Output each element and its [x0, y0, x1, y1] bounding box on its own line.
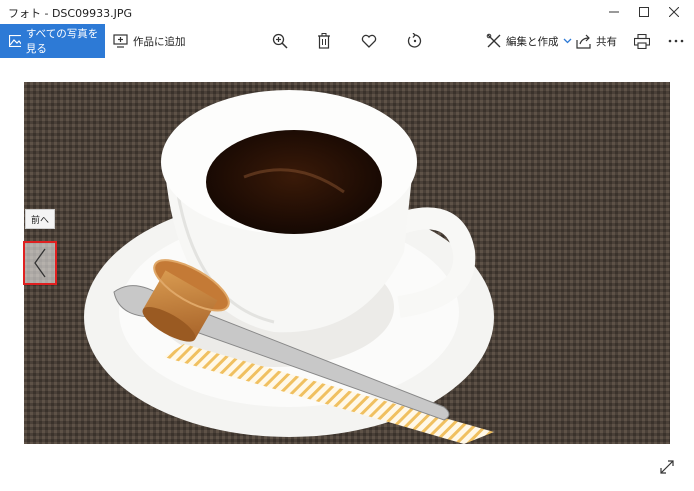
toolbar: すべての写真を見る 作品に追加 編集と作成 共有: [0, 24, 694, 60]
photos-icon: [9, 35, 21, 47]
print-icon: [634, 33, 650, 49]
chevron-left-icon: [34, 248, 46, 278]
delete-icon: [318, 33, 330, 49]
all-photos-button[interactable]: すべての写真を見る: [0, 24, 105, 58]
more-button[interactable]: [661, 24, 691, 58]
close-icon: [669, 7, 679, 17]
share-button[interactable]: 共有: [576, 24, 617, 58]
share-icon: [576, 34, 591, 49]
all-photos-label: すべての写真を見る: [25, 28, 99, 55]
close-button[interactable]: [654, 0, 694, 24]
add-to-creation-icon: [113, 34, 128, 48]
rotate-icon: [407, 33, 422, 48]
rotate-button[interactable]: [400, 24, 430, 58]
edit-create-label: 編集と作成: [506, 35, 559, 48]
photo-viewer: 前へ: [0, 60, 694, 491]
previous-button[interactable]: [23, 241, 57, 285]
fullscreen-button[interactable]: [655, 455, 679, 479]
add-to-creation-label: 作品に追加: [133, 35, 186, 48]
chevron-down-icon: [563, 38, 571, 44]
favorite-button[interactable]: [354, 24, 384, 58]
maximize-icon: [639, 7, 649, 17]
edit-create-icon: [486, 33, 501, 48]
prev-tooltip: 前へ: [25, 209, 55, 229]
print-button[interactable]: [627, 24, 657, 58]
zoom-in-button[interactable]: [265, 24, 295, 58]
edit-create-button[interactable]: 編集と作成: [486, 24, 572, 58]
title-bar: フォト - DSC09933.JPG: [0, 0, 694, 25]
delete-button[interactable]: [309, 24, 339, 58]
expand-icon: [660, 460, 674, 474]
zoom-in-icon: [272, 33, 288, 49]
add-to-creation-button[interactable]: 作品に追加: [113, 24, 186, 58]
photo-image: [24, 82, 670, 444]
window-title: フォト - DSC09933.JPG: [8, 7, 132, 20]
share-label: 共有: [596, 35, 617, 48]
favorite-icon: [361, 34, 377, 48]
coffee-cup-photo: [24, 82, 670, 444]
minimize-icon: [609, 11, 619, 13]
more-icon: [668, 39, 684, 43]
